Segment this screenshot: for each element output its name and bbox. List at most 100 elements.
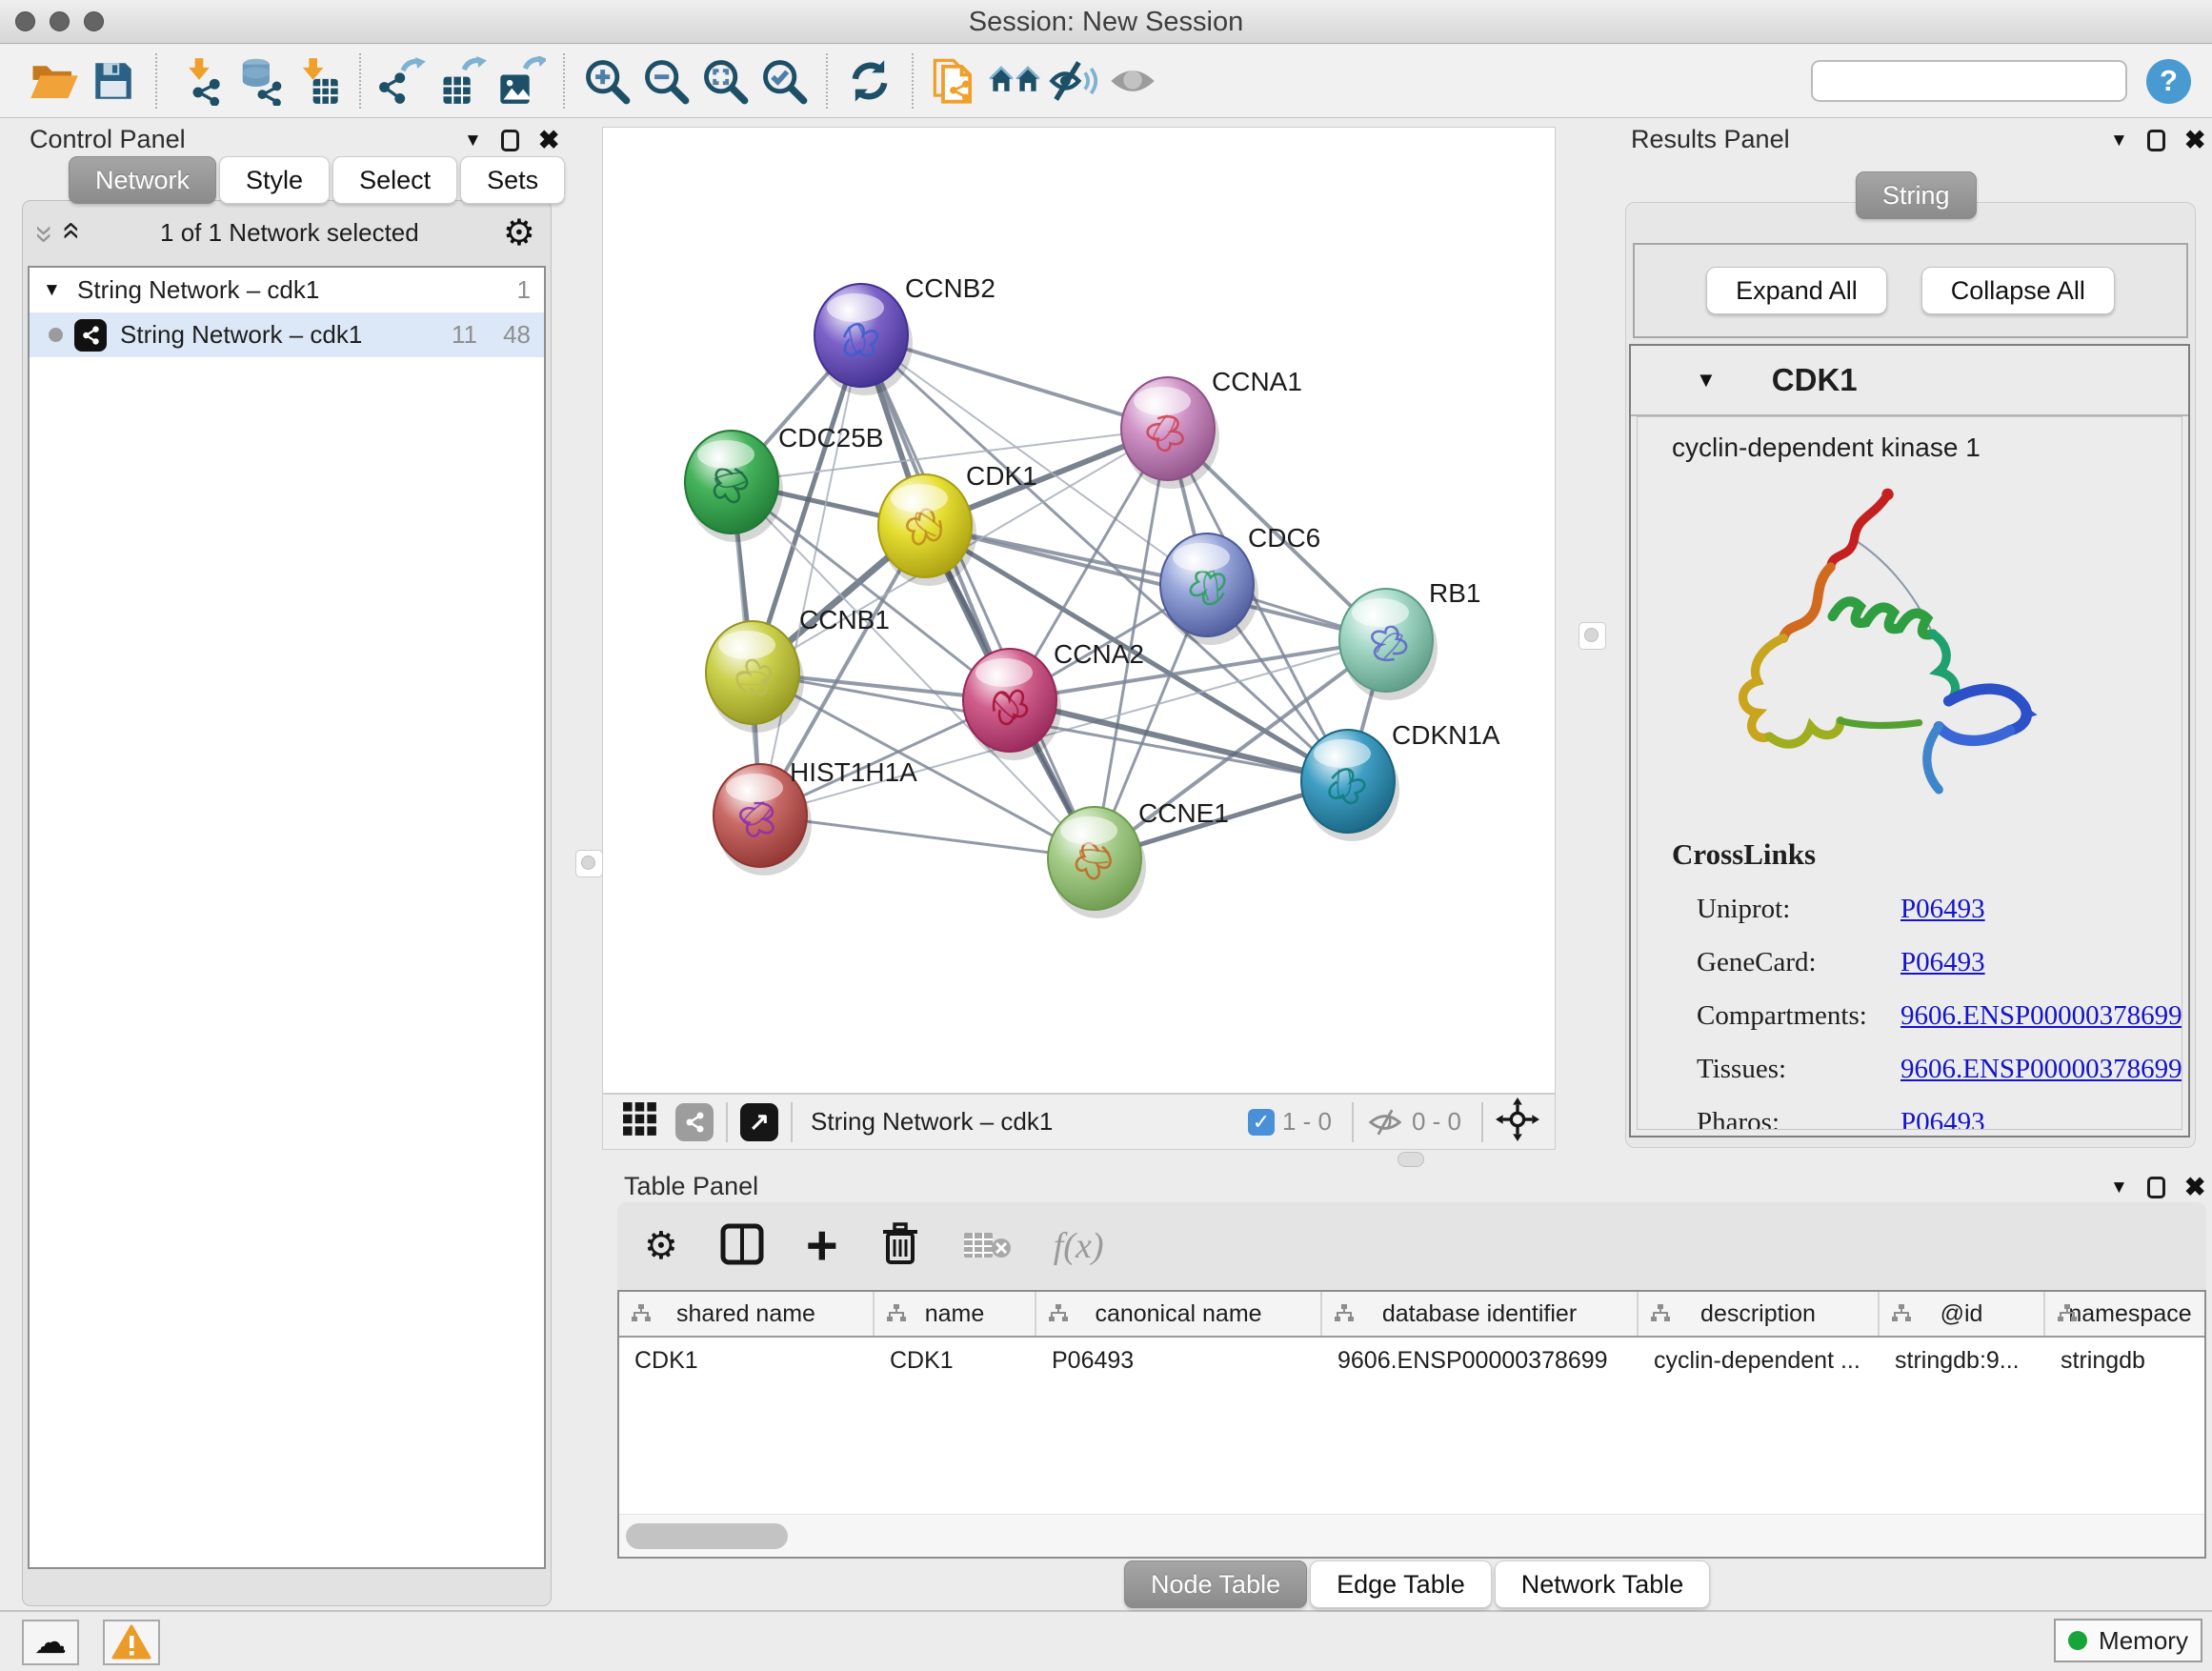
- cloud-status-button[interactable]: ☁: [22, 1620, 79, 1665]
- tree-expand-icon[interactable]: ▼: [43, 280, 77, 301]
- table-cell[interactable]: 9606.ENSP00000378699: [1322, 1347, 1639, 1375]
- first-neighbors-button[interactable]: [985, 50, 1044, 112]
- crosslink-label: Uniprot:: [1697, 894, 1900, 925]
- column-header-namespace[interactable]: namespace: [2045, 1292, 2206, 1336]
- scrollbar-thumb[interactable]: [626, 1523, 788, 1549]
- panel-float-icon[interactable]: [2147, 1177, 2165, 1198]
- network-collection-row[interactable]: ▼ String Network – cdk1 1: [30, 268, 544, 312]
- tab-node-table[interactable]: Node Table: [1124, 1560, 1307, 1608]
- network-graph[interactable]: CCNB2CCNA1CDC25BCDK1CDC6RB1CCNB1CCNA2CDK…: [603, 128, 1557, 1095]
- panel-close-icon[interactable]: ✖: [2184, 1175, 2206, 1200]
- show-all-button[interactable]: [1103, 50, 1162, 112]
- zoom-selected-button[interactable]: [754, 50, 814, 112]
- birds-eye-view-button[interactable]: ↗: [740, 1103, 778, 1141]
- table-cell[interactable]: P06493: [1036, 1347, 1322, 1375]
- import-network-from-database-button[interactable]: [229, 50, 288, 112]
- crosslink-link[interactable]: 9606.ENSP00000378699: [1900, 1054, 2182, 1085]
- panel-menu-icon[interactable]: ▼: [2110, 1178, 2128, 1198]
- add-column-button[interactable]: +: [806, 1224, 838, 1268]
- tab-network-table[interactable]: Network Table: [1495, 1560, 1711, 1608]
- memory-button[interactable]: Memory: [2054, 1619, 2202, 1662]
- delete-table-button[interactable]: [962, 1227, 1012, 1266]
- table-settings-button[interactable]: ⚙: [644, 1224, 678, 1268]
- tab-select[interactable]: Select: [332, 156, 457, 204]
- function-builder-button[interactable]: f(x): [1054, 1225, 1104, 1267]
- network-canvas[interactable]: CCNB2CCNA1CDC25BCDK1CDC6RB1CCNB1CCNA2CDK…: [602, 127, 1556, 1094]
- tab-edge-table[interactable]: Edge Table: [1310, 1560, 1492, 1608]
- help-button[interactable]: ?: [2146, 59, 2191, 104]
- panel-close-icon[interactable]: ✖: [2184, 128, 2206, 153]
- collapse-gene-icon[interactable]: ▼: [1696, 368, 1717, 393]
- table-cell[interactable]: stringdb:9...: [1880, 1347, 2045, 1375]
- import-table-button[interactable]: [288, 50, 347, 112]
- hide-selected-button[interactable]: [1044, 50, 1103, 112]
- table-cell[interactable]: cyclin-dependent ...: [1639, 1347, 1880, 1375]
- show-columns-button[interactable]: [720, 1223, 764, 1270]
- column-header-canonical-name[interactable]: canonical name: [1036, 1292, 1322, 1336]
- network-row-selected[interactable]: String Network – cdk1 11 48: [30, 312, 544, 357]
- column-header-shared-name[interactable]: shared name: [619, 1292, 875, 1336]
- tab-sets[interactable]: Sets: [460, 156, 565, 204]
- memory-status-dot: [2068, 1631, 2087, 1650]
- node-count: 11: [424, 320, 477, 350]
- network-node-label-CCNE1: CCNE1: [1138, 798, 1229, 828]
- import-network-button[interactable]: [170, 50, 229, 112]
- export-image-button[interactable]: [492, 50, 551, 112]
- network-edge-CCNB2-HIST1H1A[interactable]: [760, 335, 861, 815]
- network-node-label-CDC25B: CDC25B: [778, 423, 883, 453]
- table-horizontal-scrollbar[interactable]: [619, 1514, 2204, 1557]
- toolbar-search: [1811, 60, 2127, 102]
- selected-checkbox-icon[interactable]: ✓: [1248, 1109, 1275, 1136]
- column-header-name[interactable]: name: [875, 1292, 1036, 1336]
- save-session-button[interactable]: [84, 50, 143, 112]
- grid-view-button[interactable]: [622, 1101, 658, 1142]
- delete-column-button[interactable]: [880, 1222, 920, 1271]
- left-splitter-handle[interactable]: [575, 850, 603, 877]
- table-cell[interactable]: stringdb: [2045, 1347, 2206, 1375]
- strip-separator: [791, 1102, 793, 1142]
- zoom-out-button[interactable]: [636, 50, 695, 112]
- column-header-@id[interactable]: @id: [1880, 1292, 2045, 1336]
- gene-card-header[interactable]: ▼ CDK1: [1631, 346, 2188, 416]
- panel-float-icon[interactable]: [2147, 130, 2165, 151]
- expand-all-button[interactable]: Expand All: [1706, 267, 1887, 314]
- column-header-database-identifier[interactable]: database identifier: [1322, 1292, 1639, 1336]
- panel-menu-icon[interactable]: ▼: [464, 131, 482, 151]
- question-icon: ?: [2160, 64, 2178, 98]
- tab-style[interactable]: Style: [219, 156, 330, 204]
- table-panel-controls: ▼ ✖: [2110, 1175, 2205, 1200]
- network-node-label-CDK1: CDK1: [966, 461, 1037, 491]
- open-session-button[interactable]: [25, 50, 84, 112]
- tab-string[interactable]: String: [1856, 171, 1977, 219]
- export-network-button[interactable]: [373, 50, 432, 112]
- crosslink-link[interactable]: P06493: [1900, 947, 1985, 978]
- warnings-button[interactable]: [103, 1620, 160, 1665]
- tab-network[interactable]: Network: [69, 156, 216, 204]
- crosslink-link[interactable]: P06493: [1900, 1107, 1985, 1130]
- bottom-splitter-handle[interactable]: [1398, 1152, 1424, 1167]
- fit-selected-button[interactable]: [1496, 1097, 1539, 1146]
- crosslink-link[interactable]: 9606.ENSP00000378699: [1900, 1000, 2182, 1032]
- search-input[interactable]: [1822, 67, 2122, 95]
- zoom-fit-button[interactable]: [695, 50, 754, 112]
- expand-all-icon[interactable]: »: [52, 226, 85, 240]
- table-cell[interactable]: CDK1: [875, 1347, 1036, 1375]
- table-cell[interactable]: CDK1: [619, 1347, 875, 1375]
- panel-close-icon[interactable]: ✖: [538, 128, 560, 153]
- crosslink-link[interactable]: P06493: [1900, 894, 1985, 925]
- panel-menu-icon[interactable]: ▼: [2110, 131, 2128, 151]
- graphics-details-button[interactable]: [675, 1103, 714, 1141]
- gene-description: cyclin-dependent kinase 1: [1672, 433, 2182, 463]
- crosslink-row: GeneCard:P06493: [1672, 947, 2182, 978]
- gear-icon[interactable]: ⚙: [503, 211, 535, 254]
- right-splitter-handle[interactable]: [1579, 622, 1606, 650]
- import-table-icon: [292, 56, 342, 106]
- zoom-in-button[interactable]: [577, 50, 636, 112]
- collapse-all-button[interactable]: Collapse All: [1921, 267, 2115, 314]
- column-header-description[interactable]: description: [1639, 1292, 1880, 1336]
- panel-float-icon[interactable]: [501, 130, 519, 151]
- export-table-button[interactable]: [432, 50, 492, 112]
- table-row[interactable]: CDK1CDK1P064939606.ENSP00000378699cyclin…: [619, 1338, 2204, 1383]
- refresh-button[interactable]: [840, 50, 899, 112]
- new-network-from-selection-button[interactable]: [926, 50, 985, 112]
